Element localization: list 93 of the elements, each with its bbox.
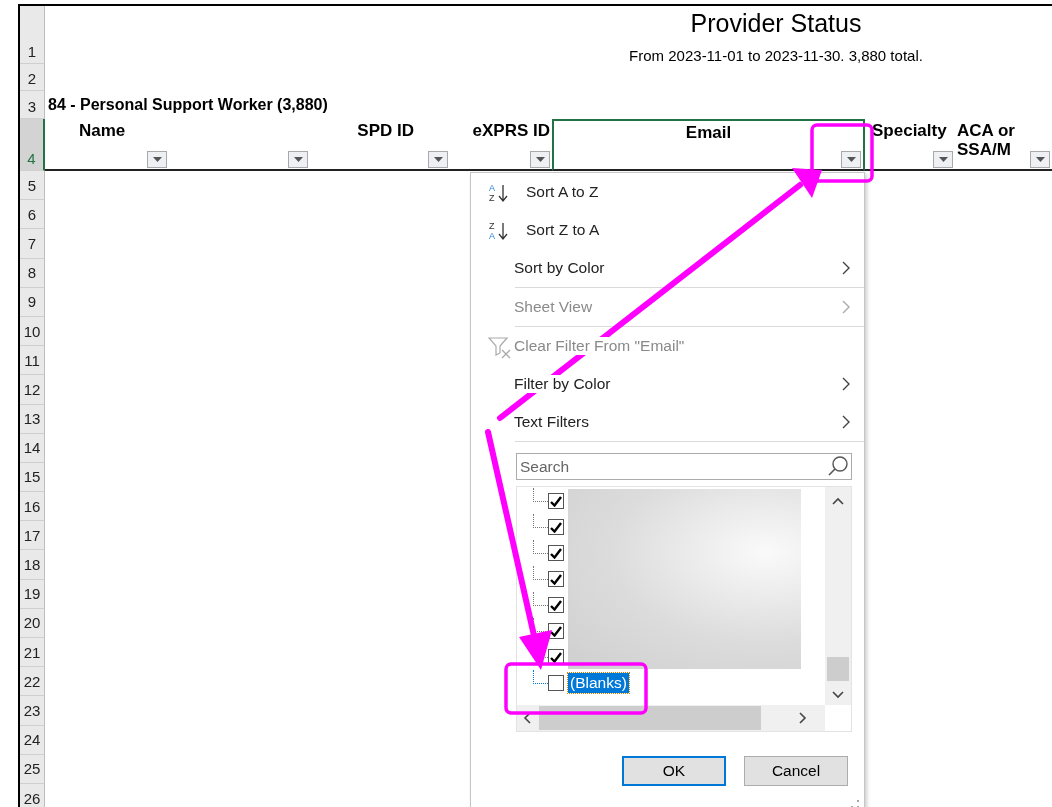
row-number[interactable]: 17 [20, 521, 45, 551]
caret-icon [535, 157, 545, 162]
row-number[interactable]: 4 [20, 119, 45, 171]
horizontal-scrollbar[interactable] [517, 705, 825, 731]
row-number[interactable]: 3 [20, 91, 45, 119]
row-number[interactable]: 6 [20, 200, 45, 230]
menu-item[interactable]: Text Filters [471, 403, 864, 441]
header-cell[interactable]: Specialty [865, 119, 955, 171]
caret-icon [433, 157, 443, 162]
chevron-up-icon[interactable] [832, 497, 844, 505]
row-number[interactable]: 24 [20, 725, 45, 755]
chevron-right-icon [842, 300, 850, 314]
search-field[interactable]: Search [516, 453, 852, 480]
chevron-right-icon[interactable] [799, 712, 807, 724]
report-title: Provider Status [690, 8, 862, 38]
chevron-down-icon[interactable] [832, 691, 844, 699]
row-number[interactable]: 15 [20, 462, 45, 493]
column-heading: Email [684, 123, 733, 142]
row-number[interactable]: 7 [20, 229, 45, 259]
filter-dropdown-button[interactable] [841, 151, 861, 168]
checkmark-icon [550, 625, 562, 637]
checkmark-icon [550, 573, 562, 585]
checkmark-icon [550, 599, 562, 611]
header-cell[interactable]: SPD ID [310, 119, 450, 171]
scrollbar-thumb[interactable] [827, 657, 849, 681]
menu-item[interactable]: Filter by Color [471, 365, 864, 403]
header-cell[interactable]: ACA or SSA/M [955, 119, 1052, 171]
menu-item[interactable]: A Z Sort A to Z [471, 173, 864, 211]
checkbox[interactable] [548, 545, 564, 561]
column-heading: SPD ID [356, 121, 415, 140]
row-number[interactable]: 25 [20, 754, 45, 784]
filter-dropdown-button[interactable] [530, 151, 550, 168]
checkbox[interactable] [548, 597, 564, 613]
header-cell[interactable]: Name [45, 119, 175, 171]
chevron-right-icon [842, 261, 850, 275]
filter-dropdown-button[interactable] [933, 151, 953, 168]
highlight-box [810, 123, 874, 183]
checkmark-icon [550, 547, 562, 559]
row-number[interactable]: 19 [20, 579, 45, 609]
row-number[interactable]: 11 [20, 346, 45, 376]
checkmark-icon [550, 651, 562, 663]
selected-header-cell[interactable]: Email [552, 119, 865, 171]
filter-dropdown-button[interactable] [428, 151, 448, 168]
row-number[interactable]: 10 [20, 316, 45, 347]
caret-icon [1035, 157, 1045, 162]
caret-icon [938, 157, 948, 162]
group-heading: 84 - Personal Support Worker (3,880) [47, 96, 329, 114]
vertical-scrollbar[interactable] [825, 487, 851, 705]
column-heading: Name [78, 121, 127, 140]
checkbox[interactable] [548, 675, 564, 691]
report-subtitle: From 2023-11-01 to 2023-11-30. 3,880 total. [629, 47, 923, 64]
row-number[interactable]: 1 [20, 6, 45, 64]
column-heading: eXPRS ID [471, 121, 550, 140]
row-number[interactable]: 13 [20, 404, 45, 434]
filter-dropdown-button[interactable] [147, 151, 167, 168]
caret-icon [152, 157, 162, 162]
row-number[interactable]: 2 [20, 64, 45, 91]
cancel-button[interactable]: Cancel [744, 756, 848, 786]
row-number[interactable]: 9 [20, 287, 45, 317]
checkmark-icon [550, 521, 562, 533]
row-number[interactable]: 18 [20, 550, 45, 580]
checkbox[interactable] [548, 623, 564, 639]
row-number[interactable]: 22 [20, 667, 45, 697]
list-item-label[interactable]: (Blanks) [568, 673, 629, 693]
search-icon [827, 455, 849, 477]
row-number[interactable]: 12 [20, 375, 45, 405]
resize-grip-icon[interactable] [850, 799, 860, 807]
row-number[interactable]: 23 [20, 696, 45, 726]
column-heading: ACA or SSA/M [957, 121, 1016, 159]
checkbox[interactable] [548, 571, 564, 587]
row-number[interactable]: 8 [20, 258, 45, 288]
column-heading: Specialty [871, 121, 948, 140]
ok-button[interactable]: OK [622, 756, 726, 786]
row-number[interactable]: 21 [20, 638, 45, 668]
checkbox[interactable] [548, 519, 564, 535]
caret-icon [293, 157, 303, 162]
row-number[interactable]: 5 [20, 171, 45, 201]
filter-dropdown-button[interactable] [288, 151, 308, 168]
checkbox[interactable] [548, 493, 564, 509]
menu-item[interactable]: Sort by Color [471, 249, 864, 287]
chevron-right-icon [842, 377, 850, 391]
clear-filter-icon [488, 337, 512, 359]
menu-item[interactable]: Z A Sort Z to A [471, 211, 864, 249]
chevron-right-icon [842, 415, 850, 429]
caret-icon [846, 157, 856, 162]
row-number[interactable]: 16 [20, 492, 45, 522]
chevron-left-icon[interactable] [523, 712, 531, 724]
row-number[interactable]: 20 [20, 608, 45, 638]
filter-dropdown-button[interactable] [1030, 151, 1050, 168]
row-number[interactable]: 26 [20, 783, 45, 807]
row-number[interactable]: 14 [20, 433, 45, 463]
scrollbar-thumb[interactable] [539, 706, 761, 730]
checkmark-icon [550, 495, 562, 507]
